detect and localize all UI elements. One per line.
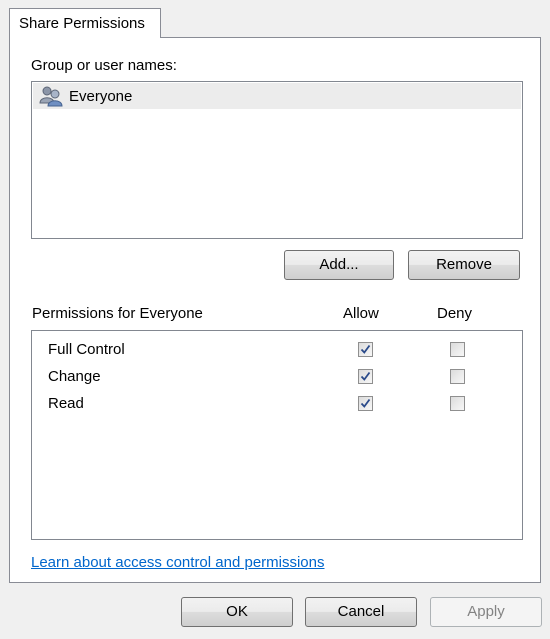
allow-checkbox[interactable] bbox=[358, 369, 373, 384]
user-list[interactable]: Everyone bbox=[31, 81, 523, 239]
tab-share-permissions[interactable]: Share Permissions bbox=[9, 8, 161, 38]
users-icon bbox=[39, 85, 65, 107]
permission-row: Read bbox=[32, 393, 522, 417]
permission-name: Full Control bbox=[48, 341, 125, 358]
permission-row: Change bbox=[32, 366, 522, 390]
allow-checkbox[interactable] bbox=[358, 342, 373, 357]
allow-checkbox[interactable] bbox=[358, 396, 373, 411]
group-or-user-names-label: Group or user names: bbox=[31, 57, 177, 74]
allow-column-header: Allow bbox=[343, 305, 379, 322]
deny-checkbox[interactable] bbox=[450, 342, 465, 357]
permission-row: Full Control bbox=[32, 339, 522, 363]
deny-checkbox[interactable] bbox=[450, 369, 465, 384]
apply-button[interactable]: Apply bbox=[430, 597, 542, 627]
add-button[interactable]: Add... bbox=[284, 250, 394, 280]
permissions-list: Full Control Change Read bbox=[31, 330, 523, 540]
deny-checkbox[interactable] bbox=[450, 396, 465, 411]
checkmark-icon bbox=[360, 344, 371, 354]
access-control-help-link[interactable]: Learn about access control and permissio… bbox=[31, 554, 325, 571]
permission-name: Read bbox=[48, 395, 84, 412]
list-item-label: Everyone bbox=[69, 87, 133, 105]
deny-column-header: Deny bbox=[437, 305, 473, 322]
list-item[interactable]: Everyone bbox=[33, 83, 521, 109]
permissions-heading: Permissions for Everyone bbox=[32, 305, 203, 322]
cancel-button[interactable]: Cancel bbox=[305, 597, 417, 627]
tab-label: Share Permissions bbox=[19, 15, 145, 32]
checkmark-icon bbox=[360, 398, 371, 408]
ok-button[interactable]: OK bbox=[181, 597, 293, 627]
permission-name: Change bbox=[48, 368, 101, 385]
checkmark-icon bbox=[360, 371, 371, 381]
remove-button[interactable]: Remove bbox=[408, 250, 520, 280]
share-permissions-panel: Group or user names: Everyone Add... Rem… bbox=[9, 37, 541, 583]
